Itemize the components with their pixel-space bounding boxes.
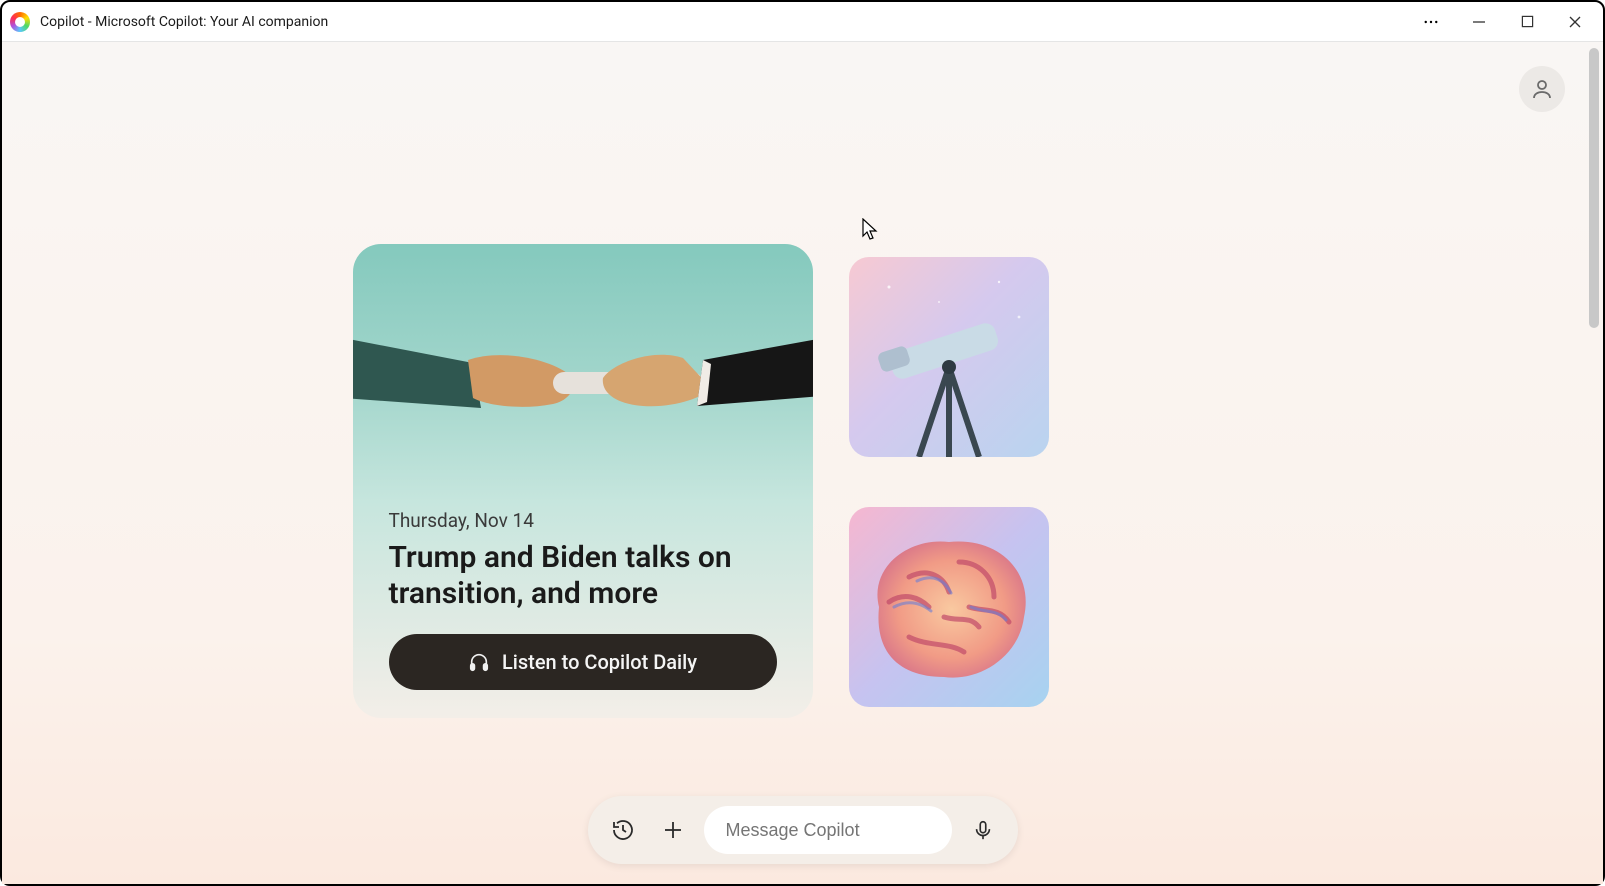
close-button[interactable] xyxy=(1565,12,1585,32)
listen-daily-button[interactable]: Listen to Copilot Daily xyxy=(389,634,777,690)
user-icon xyxy=(1530,77,1554,101)
window-controls xyxy=(1421,12,1595,32)
plus-icon xyxy=(661,818,685,842)
handoff-illustration xyxy=(353,268,813,488)
maximize-button[interactable] xyxy=(1517,12,1537,32)
composer-bar xyxy=(588,796,1018,864)
history-button[interactable] xyxy=(604,811,642,849)
scrollbar-thumb[interactable] xyxy=(1589,48,1599,328)
history-icon xyxy=(611,818,635,842)
microphone-icon xyxy=(972,819,994,841)
daily-card-date: Thursday, Nov 14 xyxy=(389,509,777,532)
profile-button[interactable] xyxy=(1519,66,1565,112)
daily-card[interactable]: Thursday, Nov 14 Trump and Biden talks o… xyxy=(353,244,813,718)
listen-daily-label: Listen to Copilot Daily xyxy=(502,650,697,674)
window-title: Copilot - Microsoft Copilot: Your AI com… xyxy=(40,14,1411,30)
headphones-icon xyxy=(468,651,490,673)
content-area: tashreef, it's great to see you xyxy=(2,42,1603,884)
message-input-wrap[interactable] xyxy=(704,806,952,854)
app-window: Copilot - Microsoft Copilot: Your AI com… xyxy=(0,0,1605,886)
add-button[interactable] xyxy=(654,811,692,849)
daily-card-headline: Trump and Biden talks on transition, and… xyxy=(389,540,777,612)
telescope-illustration xyxy=(849,257,1049,457)
copilot-logo-icon xyxy=(10,12,30,32)
brain-illustration xyxy=(849,507,1049,707)
more-button[interactable] xyxy=(1421,12,1441,32)
minimize-button[interactable] xyxy=(1469,12,1489,32)
message-input[interactable] xyxy=(726,820,930,841)
titlebar: Copilot - Microsoft Copilot: Your AI com… xyxy=(2,2,1603,42)
mic-button[interactable] xyxy=(964,811,1002,849)
